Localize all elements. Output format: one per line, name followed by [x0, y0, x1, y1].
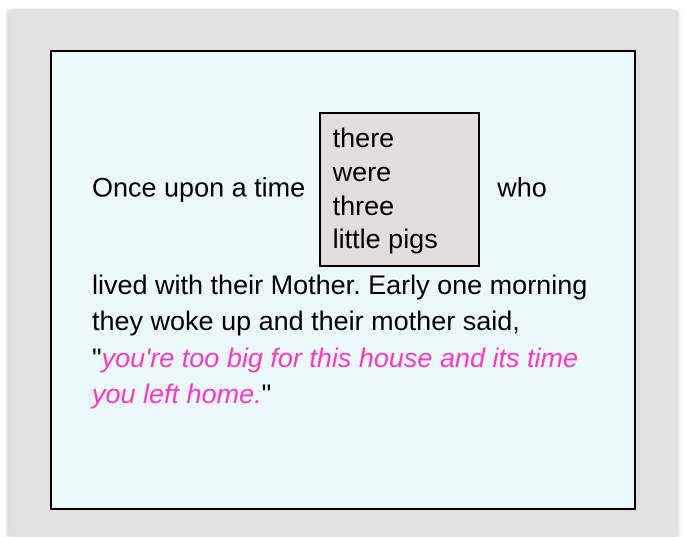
inset-line-1: there: [333, 123, 395, 153]
inset-box: there were three little pigs: [319, 112, 480, 267]
story-after-box: who: [497, 173, 547, 203]
inset-line-4: little pigs: [333, 224, 438, 254]
story-paragraph: Once upon a time there were three little…: [92, 112, 594, 413]
inset-line-3: three: [333, 191, 395, 221]
story-tail-close: ": [262, 379, 272, 409]
inset-line-2: were: [333, 157, 392, 187]
document-frame: Once upon a time there were three little…: [10, 10, 676, 537]
story-panel: Once upon a time there were three little…: [50, 50, 636, 510]
story-quote: you're too big for this house and its ti…: [92, 343, 578, 409]
story-lead: Once upon a time: [92, 173, 305, 203]
